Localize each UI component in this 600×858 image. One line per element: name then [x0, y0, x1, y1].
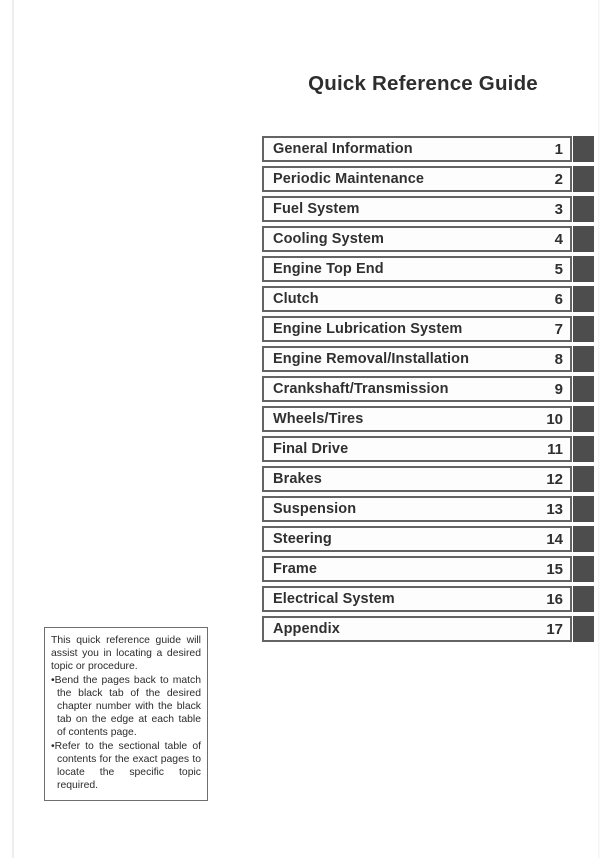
chapter-row[interactable]: Clutch 6	[262, 286, 594, 312]
chapter-black-tab	[573, 616, 594, 642]
chapter-number: 17	[546, 620, 563, 638]
chapter-entry-6[interactable]: Clutch 6	[262, 286, 572, 312]
chapter-row[interactable]: Cooling System 4	[262, 226, 594, 252]
chapter-number: 16	[546, 590, 563, 608]
chapter-row[interactable]: Final Drive 11	[262, 436, 594, 462]
chapter-entry-11[interactable]: Final Drive 11	[262, 436, 572, 462]
chapter-entry-8[interactable]: Engine Removal/Installation 8	[262, 346, 572, 372]
chapter-black-tab	[573, 466, 594, 492]
chapter-row[interactable]: Steering 14	[262, 526, 594, 552]
chapter-number: 13	[546, 500, 563, 518]
chapter-row[interactable]: Wheels/Tires 10	[262, 406, 594, 432]
chapter-number: 2	[554, 170, 563, 188]
note-bullet-text: Bend the pages back to match the black t…	[54, 674, 201, 739]
chapter-label: Periodic Maintenance	[273, 171, 425, 187]
chapter-number: 3	[554, 200, 563, 218]
chapter-entry-7[interactable]: Engine Lubrication System 7	[262, 316, 572, 342]
chapter-black-tab	[573, 136, 594, 162]
chapter-black-tab	[573, 286, 594, 312]
page-title: Quick Reference Guide	[308, 71, 538, 95]
chapter-black-tab	[573, 526, 594, 552]
note-bullet-item: •Bend the pages back to match the black …	[51, 674, 201, 740]
chapter-black-tab	[573, 256, 594, 282]
chapter-label: Crankshaft/Transmission	[273, 381, 449, 397]
chapter-label: Cooling System	[273, 231, 384, 247]
chapter-number: 4	[554, 230, 563, 248]
chapter-row[interactable]: General Information 1	[262, 136, 594, 162]
chapter-row[interactable]: Appendix 17	[262, 616, 594, 642]
chapter-row[interactable]: Crankshaft/Transmission 9	[262, 376, 594, 402]
chapter-entry-9[interactable]: Crankshaft/Transmission 9	[262, 376, 572, 402]
chapter-label: Clutch	[273, 291, 319, 307]
chapter-row[interactable]: Fuel System 3	[262, 196, 594, 222]
chapter-row[interactable]: Engine Removal/Installation 8	[262, 346, 594, 372]
chapter-entry-5[interactable]: Engine Top End 5	[262, 256, 572, 282]
chapter-number: 5	[554, 260, 563, 278]
chapter-entry-16[interactable]: Electrical System 16	[262, 586, 572, 612]
chapter-number: 11	[547, 440, 563, 458]
chapter-label: Frame	[273, 561, 318, 577]
chapter-row[interactable]: Frame 15	[262, 556, 594, 582]
chapter-row[interactable]: Periodic Maintenance 2	[262, 166, 594, 192]
chapter-number: 1	[554, 140, 563, 158]
chapter-label: Wheels/Tires	[273, 411, 364, 427]
chapter-black-tab	[573, 166, 594, 192]
chapter-black-tab	[573, 376, 594, 402]
chapter-entry-13[interactable]: Suspension 13	[262, 496, 572, 522]
chapter-label: Appendix	[273, 621, 340, 637]
chapter-label: Steering	[273, 531, 332, 547]
chapter-number: 8	[554, 350, 563, 368]
chapter-list: General Information 1 Periodic Maintenance…	[262, 136, 594, 646]
chapter-label: Engine Removal/Installation	[273, 351, 470, 367]
chapter-label: General Information	[273, 141, 413, 157]
chapter-entry-1[interactable]: General Information 1	[262, 136, 572, 162]
chapter-entry-10[interactable]: Wheels/Tires 10	[262, 406, 572, 432]
note-bullet-text: Refer to the sectional table of contents…	[54, 740, 201, 792]
chapter-row[interactable]: Engine Top End 5	[262, 256, 594, 282]
chapter-black-tab	[573, 586, 594, 612]
chapter-black-tab	[573, 406, 594, 432]
chapter-number: 9	[554, 380, 563, 398]
chapter-number: 12	[546, 470, 563, 488]
chapter-row[interactable]: Brakes 12	[262, 466, 594, 492]
quick-reference-note-box: This quick reference guide will assist y…	[44, 627, 208, 802]
chapter-entry-12[interactable]: Brakes 12	[262, 466, 572, 492]
chapter-label: Fuel System	[273, 201, 360, 217]
note-intro-text: This quick reference guide will assist y…	[51, 635, 201, 673]
chapter-entry-17[interactable]: Appendix 17	[262, 616, 572, 642]
chapter-label: Engine Top End	[273, 261, 384, 277]
chapter-number: 14	[546, 530, 563, 548]
chapter-black-tab	[573, 196, 594, 222]
chapter-entry-4[interactable]: Cooling System 4	[262, 226, 572, 252]
page-left-edge	[12, 0, 14, 858]
chapter-black-tab	[573, 346, 594, 372]
chapter-label: Brakes	[273, 471, 322, 487]
chapter-entry-3[interactable]: Fuel System 3	[262, 196, 572, 222]
chapter-number: 7	[554, 320, 563, 338]
chapter-entry-14[interactable]: Steering 14	[262, 526, 572, 552]
chapter-number: 6	[554, 290, 563, 308]
chapter-black-tab	[573, 436, 594, 462]
chapter-row[interactable]: Electrical System 16	[262, 586, 594, 612]
chapter-row[interactable]: Engine Lubrication System 7	[262, 316, 594, 342]
chapter-row[interactable]: Suspension 13	[262, 496, 594, 522]
chapter-label: Electrical System	[273, 591, 395, 607]
chapter-black-tab	[573, 316, 594, 342]
chapter-label: Suspension	[273, 501, 357, 517]
chapter-black-tab	[573, 496, 594, 522]
chapter-entry-15[interactable]: Frame 15	[262, 556, 572, 582]
chapter-number: 15	[546, 560, 563, 578]
note-bullet-item: •Refer to the sectional table of content…	[51, 740, 201, 793]
chapter-label: Final Drive	[273, 441, 349, 457]
chapter-number: 10	[546, 410, 563, 428]
chapter-entry-2[interactable]: Periodic Maintenance 2	[262, 166, 572, 192]
chapter-black-tab	[573, 226, 594, 252]
chapter-black-tab	[573, 556, 594, 582]
chapter-label: Engine Lubrication System	[273, 321, 463, 337]
